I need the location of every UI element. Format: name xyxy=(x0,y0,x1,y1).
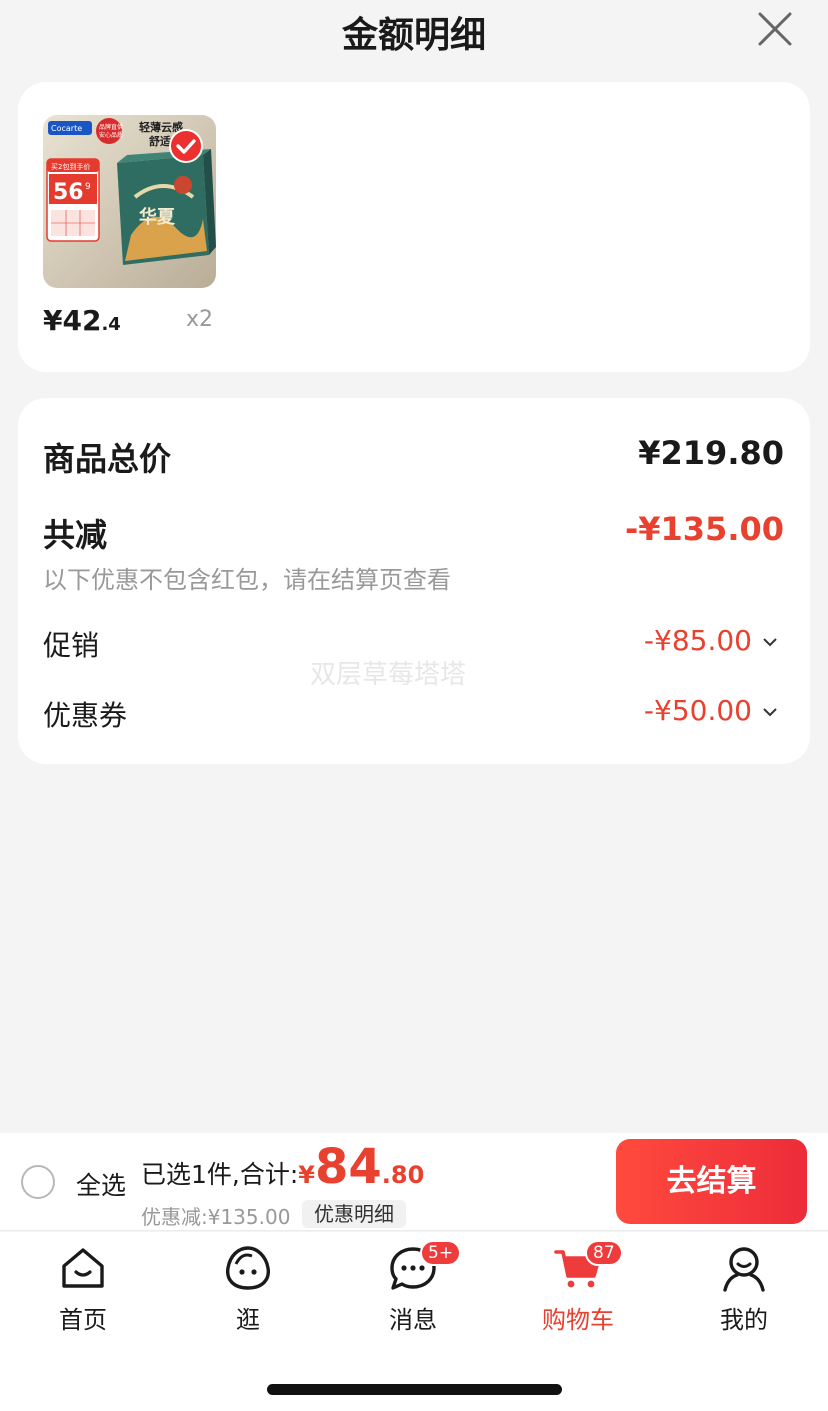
price-summary-card: 商品总价 ¥219.80 共减 -¥135.00 以下优惠不包含红包，请在结算页… xyxy=(18,398,810,764)
product-price-int: ¥42 xyxy=(43,304,102,337)
promo-value: -¥85.00 xyxy=(643,624,752,657)
selected-check-icon xyxy=(169,129,203,163)
page-title: 金额明细 xyxy=(341,15,486,56)
total-label: 商品总价 xyxy=(43,440,172,478)
tab-label: 消息 xyxy=(389,1306,437,1334)
close-icon[interactable] xyxy=(756,10,794,48)
watermark: 双层草莓塔塔 xyxy=(310,660,467,690)
tab-label: 逛 xyxy=(236,1306,260,1334)
product-price-dec: .4 xyxy=(101,314,121,335)
tab-label: 购物车 xyxy=(542,1306,614,1334)
svg-text:买2包到手价: 买2包到手价 xyxy=(51,162,90,171)
profile-icon xyxy=(723,1247,765,1292)
select-all-radio[interactable] xyxy=(21,1165,55,1199)
total-int: 84 xyxy=(314,1139,382,1195)
message-badge: 5+ xyxy=(420,1240,462,1266)
svg-text:舒适: 舒适 xyxy=(149,134,171,148)
coupon-label: 优惠券 xyxy=(43,699,128,732)
svg-text:9: 9 xyxy=(85,182,91,192)
product-box: 华夏 xyxy=(117,149,216,265)
coupon-value: -¥50.00 xyxy=(643,694,752,727)
svg-text:华夏: 华夏 xyxy=(139,206,176,228)
discount-note: 以下优惠不包含红包，请在结算页查看 xyxy=(43,566,451,594)
checkout-button[interactable]: 去结算 xyxy=(616,1139,807,1224)
svg-text:品牌直供: 品牌直供 xyxy=(99,123,123,131)
tab-label: 首页 xyxy=(59,1306,107,1334)
tab-bar: 首页 逛 5+ 消息 87 购物车 我的 xyxy=(0,1232,828,1411)
product-price: ¥42.4 xyxy=(43,304,121,337)
product-card: 华夏 Cocarte 品牌直供 安心品质 轻薄云感 舒适 买2包到手价 56 9 xyxy=(18,82,810,372)
note-row: 以下优惠不包含红包，请在结算页查看 xyxy=(43,560,784,594)
svg-text:Cocarte: Cocarte xyxy=(51,124,82,133)
discount-text: 优惠减:¥135.00 xyxy=(141,1205,291,1229)
coupon-row[interactable]: 优惠券 -¥50.00 xyxy=(43,694,784,732)
product-thumbnail[interactable]: 华夏 Cocarte 品牌直供 安心品质 轻薄云感 舒适 买2包到手价 56 9 xyxy=(43,115,216,288)
reduce-value: -¥135.00 xyxy=(624,510,784,548)
checkout-bar: 全选 已选1件,合计:¥84.80 优惠减:¥135.00 优惠明细 去结算 xyxy=(0,1133,828,1231)
discount-detail-button[interactable]: 优惠明细 xyxy=(302,1200,406,1228)
selected-label: 已选1件,合计: xyxy=(141,1160,299,1189)
header: 金额明细 xyxy=(0,0,828,62)
svg-text:安心品质: 安心品质 xyxy=(99,131,123,139)
reduce-row: 共减 -¥135.00 xyxy=(43,510,784,554)
total-dec: .80 xyxy=(381,1161,425,1189)
tab-profile[interactable]: 我的 xyxy=(689,1244,799,1334)
product-quantity: x2 xyxy=(186,307,214,332)
total-currency: ¥ xyxy=(298,1161,315,1189)
select-all-label[interactable]: 全选 xyxy=(76,1166,126,1202)
tab-home[interactable]: 首页 xyxy=(28,1244,138,1334)
total-row: 商品总价 ¥219.80 xyxy=(43,434,784,478)
home-icon xyxy=(62,1248,104,1288)
chevron-down-icon[interactable] xyxy=(762,634,778,650)
tab-browse[interactable]: 逛 xyxy=(193,1244,303,1334)
svg-text:56: 56 xyxy=(53,180,84,205)
promo-label: 促销 xyxy=(43,629,100,662)
tab-messages[interactable]: 5+ 消息 xyxy=(358,1240,468,1334)
amount-detail-page: 金额明细 华夏 Cocarte 品牌直供 安心品质 轻薄云感 舒适 买2包到手价… xyxy=(0,0,828,1411)
total-line: 已选1件,合计:¥84.80 xyxy=(141,1139,424,1195)
chevron-down-icon[interactable] xyxy=(762,704,778,720)
reduce-label: 共减 xyxy=(43,516,108,554)
browse-face-icon xyxy=(226,1246,270,1290)
tab-cart[interactable]: 87 购物车 xyxy=(523,1240,633,1334)
total-value: ¥219.80 xyxy=(638,434,784,472)
home-indicator[interactable] xyxy=(267,1384,562,1395)
cart-badge: 87 xyxy=(585,1240,623,1266)
tab-label: 我的 xyxy=(720,1306,768,1334)
